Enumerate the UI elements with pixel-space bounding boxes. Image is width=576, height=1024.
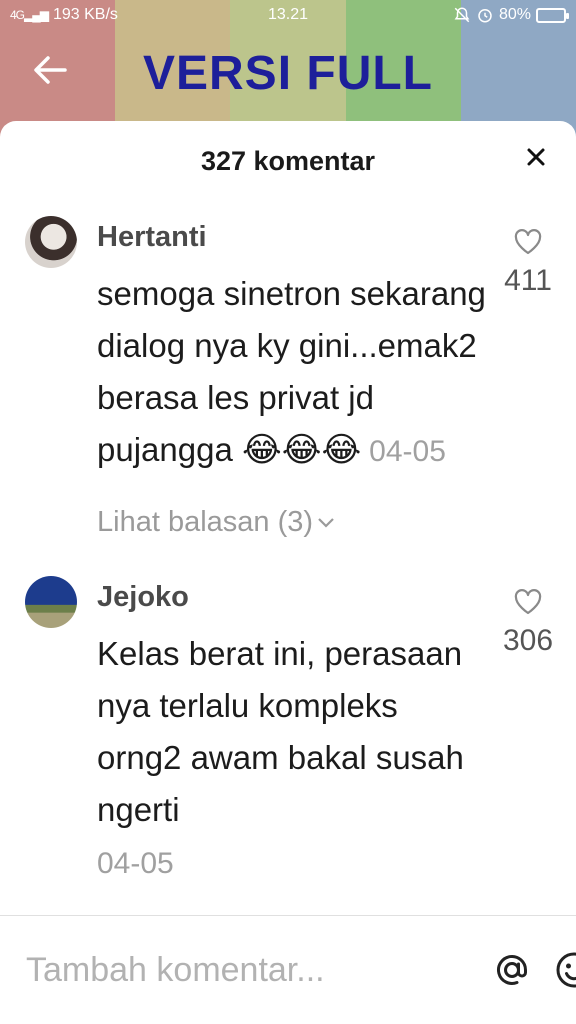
- signal-icon: 4G▂▄▆: [10, 8, 49, 22]
- status-right: 80%: [453, 6, 569, 24]
- mute-icon: [454, 7, 470, 23]
- comment-text: semoga sinetron sekarang dialog nya ky g…: [97, 268, 488, 478]
- view-replies-label: Lihat balasan (3): [97, 506, 314, 538]
- sheet-header: 327 komentar: [0, 121, 576, 201]
- comment-date: 04-05: [369, 435, 446, 468]
- like-count: 411: [504, 264, 552, 297]
- emoji-icon: [556, 952, 576, 988]
- comment-username[interactable]: Jejoko: [97, 561, 488, 614]
- comment-body: Kelas berat ini, perasaan nya terlalu ko…: [97, 635, 464, 828]
- heart-icon: [514, 589, 542, 615]
- avatar[interactable]: [25, 216, 77, 268]
- close-icon: [527, 148, 545, 166]
- network-speed: 193 KB/s: [52, 6, 118, 23]
- emoji-button[interactable]: [555, 948, 576, 992]
- like-count: 306: [502, 624, 554, 657]
- banner-title: VERSI FULL: [142, 47, 433, 100]
- comment-list: Hertanti semoga sinetron sekarang dialog…: [0, 201, 576, 915]
- like-button[interactable]: 306: [492, 589, 564, 658]
- comments-sheet: 327 komentar Hertanti semoga sinetron se…: [0, 121, 576, 1024]
- clock: 13.21: [267, 6, 309, 23]
- comment-text: Kelas berat ini, perasaan nya terlalu ko…: [97, 628, 488, 890]
- mention-button[interactable]: [493, 948, 531, 992]
- alarm-icon: [478, 9, 492, 23]
- chevron-down-icon: [318, 517, 334, 528]
- battery-percent: 80%: [498, 6, 531, 23]
- view-replies-link[interactable]: Lihat balasan (3): [97, 506, 488, 539]
- comment-item: Hertanti semoga sinetron sekarang dialog…: [0, 201, 576, 539]
- back-arrow-icon: [34, 56, 67, 84]
- avatar[interactable]: [25, 576, 77, 628]
- comment-input-bar: [0, 915, 576, 1024]
- network-tag: 4G: [10, 8, 25, 22]
- comment-username[interactable]: Hertanti: [97, 201, 488, 254]
- back-button[interactable]: [28, 50, 72, 90]
- comment-input[interactable]: [26, 950, 469, 990]
- close-button[interactable]: [518, 139, 554, 175]
- at-icon: [497, 954, 528, 985]
- heart-icon: [514, 229, 542, 255]
- like-button[interactable]: 411: [492, 229, 564, 298]
- battery-icon: [536, 7, 569, 23]
- comment-count-title: 327 komentar: [200, 145, 376, 176]
- comment-date: 04-05: [97, 847, 174, 880]
- status-left: 4G▂▄▆ 193 KB/s: [10, 6, 118, 24]
- emoji-laugh-icon: 😂😂😂: [241, 430, 362, 470]
- comment-item: Jejoko Kelas berat ini, perasaan nya ter…: [0, 561, 576, 890]
- status-bar: 4G▂▄▆ 193 KB/s 13.21 80%: [0, 0, 576, 30]
